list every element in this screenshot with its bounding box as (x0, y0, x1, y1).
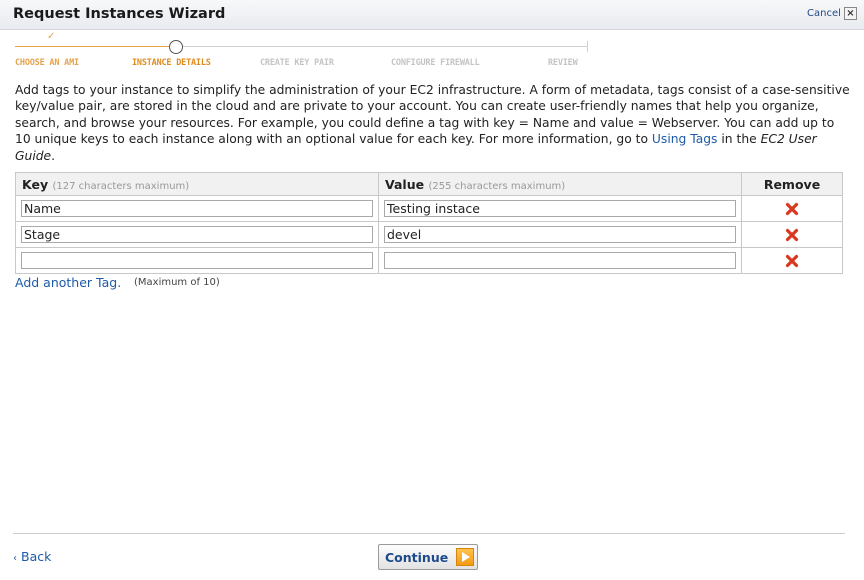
tag-value-input[interactable] (384, 252, 736, 269)
continue-label: Continue (385, 549, 449, 565)
red-x-icon[interactable] (785, 228, 799, 242)
remove-cell (741, 221, 843, 248)
step-choose-ami[interactable]: CHOOSE AN AMI (15, 58, 79, 68)
close-button[interactable]: × (844, 7, 857, 20)
table-row (15, 247, 843, 274)
value-header-label: Value (385, 176, 425, 192)
remove-column-header: Remove (741, 172, 843, 196)
using-tags-link[interactable]: Using Tags (652, 132, 718, 146)
wizard-title: Request Instances Wizard (13, 6, 226, 22)
tag-value-input[interactable] (384, 200, 736, 217)
key-column-header: Key (127 characters maximum) (15, 172, 379, 196)
max-tags-note: (Maximum of 10) (134, 277, 220, 288)
back-link[interactable]: ‹ Back (13, 549, 51, 564)
current-step-marker (169, 40, 183, 54)
check-icon: ✓ (47, 31, 56, 42)
step-instance-details: INSTANCE DETAILS (132, 58, 211, 68)
progress-line-completed (15, 46, 170, 47)
orange-play-arrow-icon (456, 548, 474, 566)
tag-key-input[interactable] (21, 252, 373, 269)
value-column-header: Value (255 characters maximum) (378, 172, 742, 196)
tag-key-input[interactable] (21, 200, 373, 217)
cancel-link[interactable]: Cancel (807, 8, 841, 19)
value-header-hint: (255 characters maximum) (428, 180, 566, 192)
remove-cell (741, 247, 843, 274)
footer-divider (13, 533, 845, 534)
tag-key-input[interactable] (21, 226, 373, 243)
red-x-icon[interactable] (785, 254, 799, 268)
tags-table-header: Key (127 characters maximum) Value (255 … (15, 172, 843, 196)
key-header-label: Key (22, 176, 49, 192)
value-cell (378, 195, 742, 222)
description-end: . (51, 148, 56, 163)
value-cell (378, 247, 742, 274)
continue-button[interactable]: Continue (378, 544, 478, 570)
table-row (15, 221, 843, 248)
wizard-titlebar: Request Instances Wizard Cancel × (0, 0, 864, 30)
key-cell (15, 247, 379, 274)
step-create-key-pair: CREATE KEY PAIR (260, 58, 334, 68)
tag-value-input[interactable] (384, 226, 736, 243)
chevron-left-icon: ‹ (13, 553, 17, 564)
red-x-icon[interactable] (785, 202, 799, 216)
description-text-after-link: in the (717, 132, 761, 147)
progress-end-tick (587, 41, 588, 52)
progress-line-remaining (183, 46, 588, 47)
tags-table: Key (127 characters maximum) Value (255 … (15, 172, 843, 274)
remove-cell (741, 195, 843, 222)
wizard-progress-stepper: ✓ CHOOSE AN AMI INSTANCE DETAILS CREATE … (0, 30, 864, 72)
table-row (15, 195, 843, 222)
step-configure-firewall: CONFIGURE FIREWALL (391, 58, 480, 68)
key-header-hint: (127 characters maximum) (52, 180, 190, 192)
back-label: Back (21, 549, 52, 564)
add-another-tag-link[interactable]: Add another Tag. (15, 275, 121, 290)
tags-description: Add tags to your instance to simplify th… (15, 82, 850, 164)
key-cell (15, 195, 379, 222)
value-cell (378, 221, 742, 248)
step-review: REVIEW (548, 58, 578, 68)
key-cell (15, 221, 379, 248)
